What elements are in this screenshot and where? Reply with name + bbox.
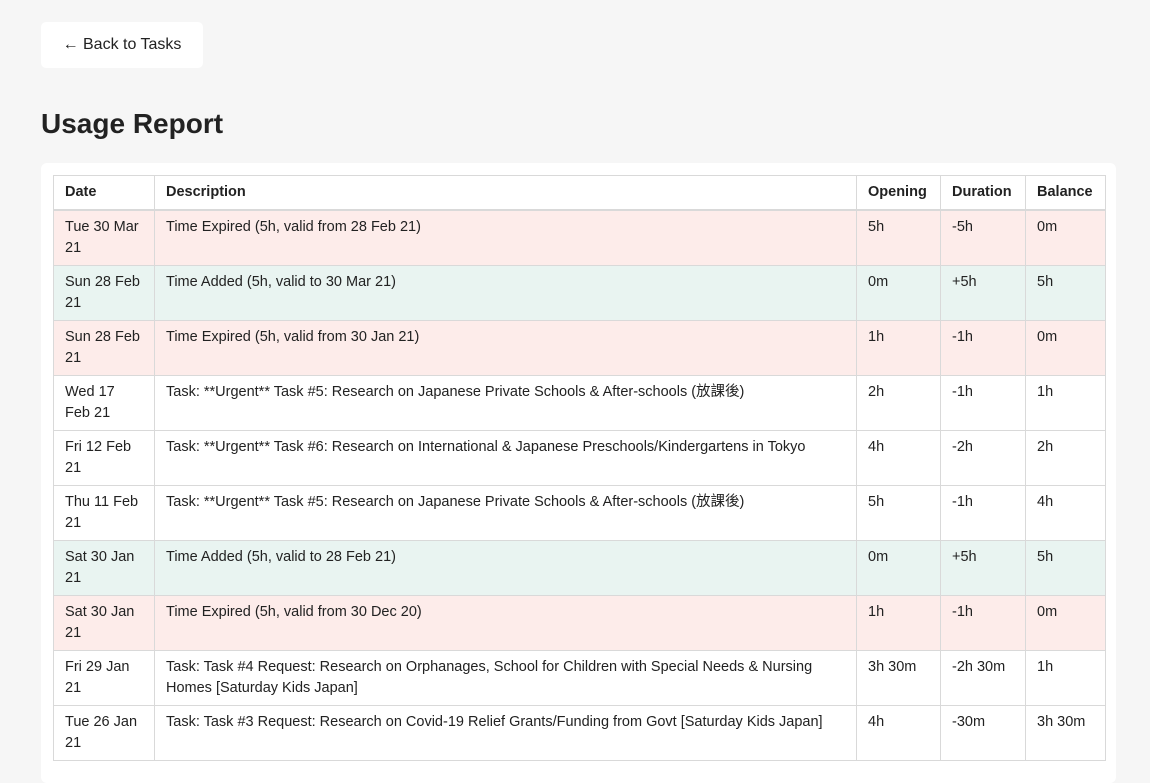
cell-balance: 2h — [1025, 430, 1106, 486]
column-header-date: Date — [53, 175, 155, 211]
usage-report-page: ← Back to Tasks Usage Report Date Descri… — [0, 0, 1150, 783]
cell-description: Task: **Urgent** Task #5: Research on Ja… — [154, 485, 857, 541]
cell-balance: 1h — [1025, 650, 1106, 706]
table-body: Tue 30 Mar 21 Time Expired (5h, valid fro… — [53, 209, 1106, 761]
cell-opening: 5h — [856, 485, 941, 541]
cell-opening: 0m — [856, 265, 941, 321]
table-row: Sat 30 Jan 21 Time Expired (5h, valid fro… — [53, 595, 1106, 651]
cell-date: Wed 17 Feb 21 — [53, 375, 155, 431]
cell-balance: 4h — [1025, 485, 1106, 541]
cell-date: Sun 28 Feb 21 — [53, 265, 155, 321]
cell-opening: 3h 30m — [856, 650, 941, 706]
cell-opening: 1h — [856, 320, 941, 376]
cell-description: Task: Task #4 Request: Research on Orpha… — [154, 650, 857, 706]
cell-date: Fri 12 Feb 21 — [53, 430, 155, 486]
cell-description: Task: **Urgent** Task #5: Research on Ja… — [154, 375, 857, 431]
table-row: Tue 26 Jan 21 Task: Task #3 Request: Rese… — [53, 705, 1106, 761]
cell-date: Sun 28 Feb 21 — [53, 320, 155, 376]
cell-date: Fri 29 Jan 21 — [53, 650, 155, 706]
cell-balance: 3h 30m — [1025, 705, 1106, 761]
cell-opening: 4h — [856, 430, 941, 486]
cell-duration: +5h — [940, 265, 1026, 321]
cell-balance: 0m — [1025, 320, 1106, 376]
cell-opening: 4h — [856, 705, 941, 761]
cell-duration: -5h — [940, 209, 1026, 266]
usage-table: Date Description Opening Duration Balanc… — [53, 175, 1106, 761]
cell-description: Time Added (5h, valid to 30 Mar 21) — [154, 265, 857, 321]
cell-opening: 2h — [856, 375, 941, 431]
column-header-duration: Duration — [940, 175, 1026, 211]
cell-duration: -1h — [940, 595, 1026, 651]
cell-duration: -1h — [940, 485, 1026, 541]
table-row: Tue 30 Mar 21 Time Expired (5h, valid fro… — [53, 209, 1106, 266]
cell-description: Time Expired (5h, valid from 30 Jan 21) — [154, 320, 857, 376]
table-row: Sun 28 Feb 21 Time Added (5h, valid to 30… — [53, 265, 1106, 321]
cell-opening: 0m — [856, 540, 941, 596]
cell-description: Task: **Urgent** Task #6: Research on In… — [154, 430, 857, 486]
cell-duration: +5h — [940, 540, 1026, 596]
cell-duration: -30m — [940, 705, 1026, 761]
table-row: Thu 11 Feb 21 Task: **Urgent** Task #5: R… — [53, 485, 1106, 541]
cell-duration: -1h — [940, 320, 1026, 376]
table-row: Fri 12 Feb 21 Task: **Urgent** Task #6: R… — [53, 430, 1106, 486]
column-header-description: Description — [154, 175, 857, 211]
cell-date: Sat 30 Jan 21 — [53, 595, 155, 651]
cell-balance: 1h — [1025, 375, 1106, 431]
table-row: Fri 29 Jan 21 Task: Task #4 Request: Rese… — [53, 650, 1106, 706]
table-row: Sun 28 Feb 21 Time Expired (5h, valid fro… — [53, 320, 1106, 376]
cell-date: Sat 30 Jan 21 — [53, 540, 155, 596]
cell-description: Time Expired (5h, valid from 30 Dec 20) — [154, 595, 857, 651]
cell-date: Thu 11 Feb 21 — [53, 485, 155, 541]
table-row: Sat 30 Jan 21 Time Added (5h, valid to 28… — [53, 540, 1106, 596]
cell-opening: 5h — [856, 209, 941, 266]
cell-balance: 5h — [1025, 265, 1106, 321]
cell-balance: 0m — [1025, 209, 1106, 266]
page-title: Usage Report — [41, 108, 224, 139]
cell-description: Task: Task #3 Request: Research on Covid… — [154, 705, 857, 761]
cell-description: Time Added (5h, valid to 28 Feb 21) — [154, 540, 857, 596]
cell-opening: 1h — [856, 595, 941, 651]
column-header-opening: Opening — [856, 175, 941, 211]
table-row: Wed 17 Feb 21 Task: **Urgent** Task #5: R… — [53, 375, 1106, 431]
cell-duration: -2h 30m — [940, 650, 1026, 706]
column-header-balance: Balance — [1025, 175, 1106, 211]
cell-duration: -1h — [940, 375, 1026, 431]
table-header-row: Date Description Opening Duration Balanc… — [53, 175, 1106, 211]
cell-balance: 0m — [1025, 595, 1106, 651]
back-to-tasks-button[interactable]: ← Back to Tasks — [41, 22, 203, 68]
cell-date: Tue 30 Mar 21 — [53, 209, 155, 266]
report-card: Date Description Opening Duration Balanc… — [41, 163, 1116, 783]
cell-balance: 5h — [1025, 540, 1106, 596]
cell-description: Time Expired (5h, valid from 28 Feb 21) — [154, 209, 857, 266]
cell-duration: -2h — [940, 430, 1026, 486]
cell-date: Tue 26 Jan 21 — [53, 705, 155, 761]
